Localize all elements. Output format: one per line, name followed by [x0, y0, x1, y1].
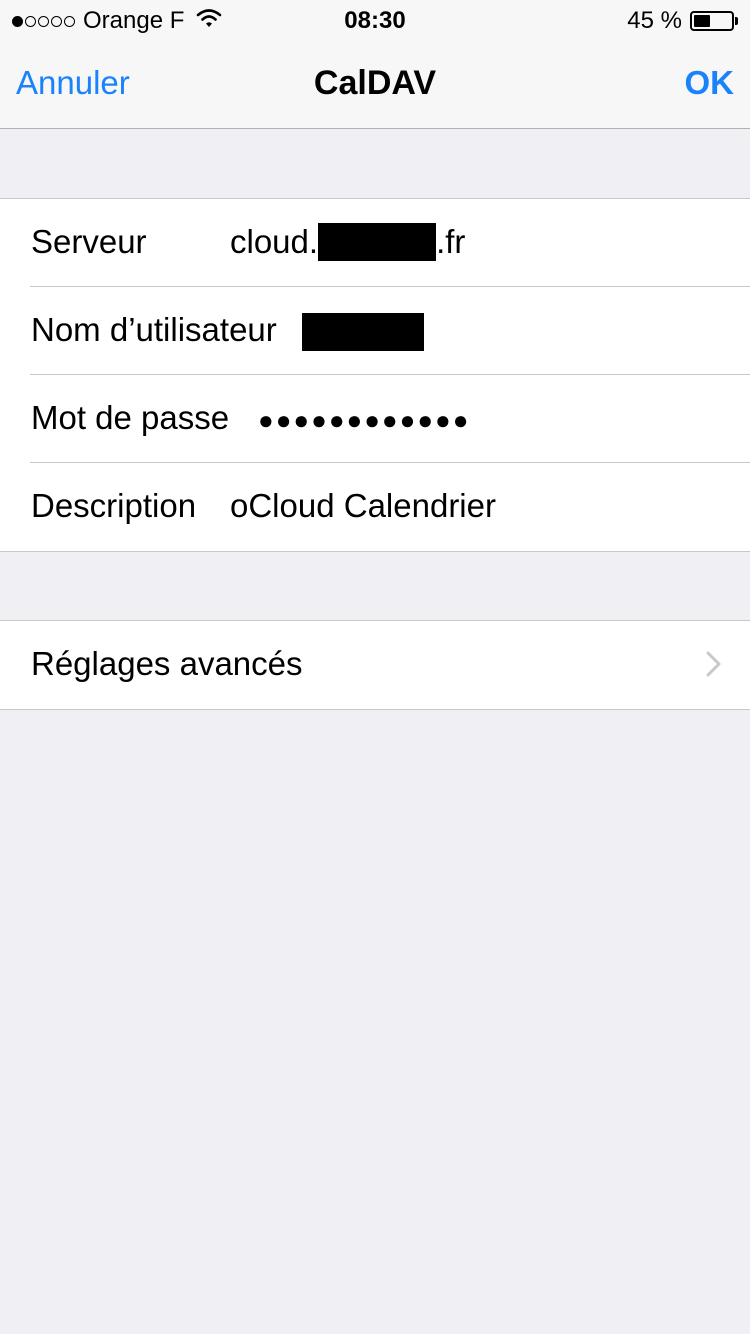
battery-tip: [735, 17, 738, 25]
page-title: CalDAV: [313, 64, 437, 102]
redaction-block: [302, 313, 424, 351]
status-right: 45 %: [627, 6, 738, 36]
server-value-prefix: cloud.: [230, 223, 319, 260]
server-value-suffix: .fr: [436, 223, 466, 260]
battery-percent: 45 %: [627, 7, 682, 34]
description-row[interactable]: Description oCloud Calendrier: [0, 463, 750, 551]
username-row[interactable]: Nom d’utilisateur: [0, 287, 750, 375]
advanced-group: Réglages avancés: [0, 620, 750, 710]
ok-button[interactable]: OK: [685, 64, 735, 102]
redaction-block: [318, 223, 437, 261]
server-field[interactable]: cloud. .fr: [230, 223, 465, 261]
battery-icon: [690, 11, 734, 31]
password-row[interactable]: Mot de passe ●●●●●●●●●●●●: [0, 375, 750, 463]
chevron-right-icon: [706, 651, 722, 682]
battery-fill: [694, 15, 711, 27]
password-label: Mot de passe: [31, 399, 230, 436]
password-field[interactable]: ●●●●●●●●●●●●: [258, 405, 470, 436]
description-field[interactable]: oCloud Calendrier: [230, 487, 496, 525]
status-bar: Orange F 08:30 45 %: [0, 0, 750, 40]
server-label: Serveur: [31, 223, 147, 260]
description-label: Description: [31, 487, 197, 524]
navigation-bar: Annuler CalDAV OK: [0, 40, 750, 129]
username-field[interactable]: [302, 313, 424, 351]
server-row[interactable]: Serveur cloud. .fr: [0, 199, 750, 287]
username-label: Nom d’utilisateur: [31, 311, 277, 348]
advanced-settings-label: Réglages avancés: [31, 645, 303, 682]
advanced-settings-row[interactable]: Réglages avancés: [0, 621, 750, 709]
account-fields-group: Serveur cloud. .fr Nom d’utilisateur Mot …: [0, 198, 750, 552]
